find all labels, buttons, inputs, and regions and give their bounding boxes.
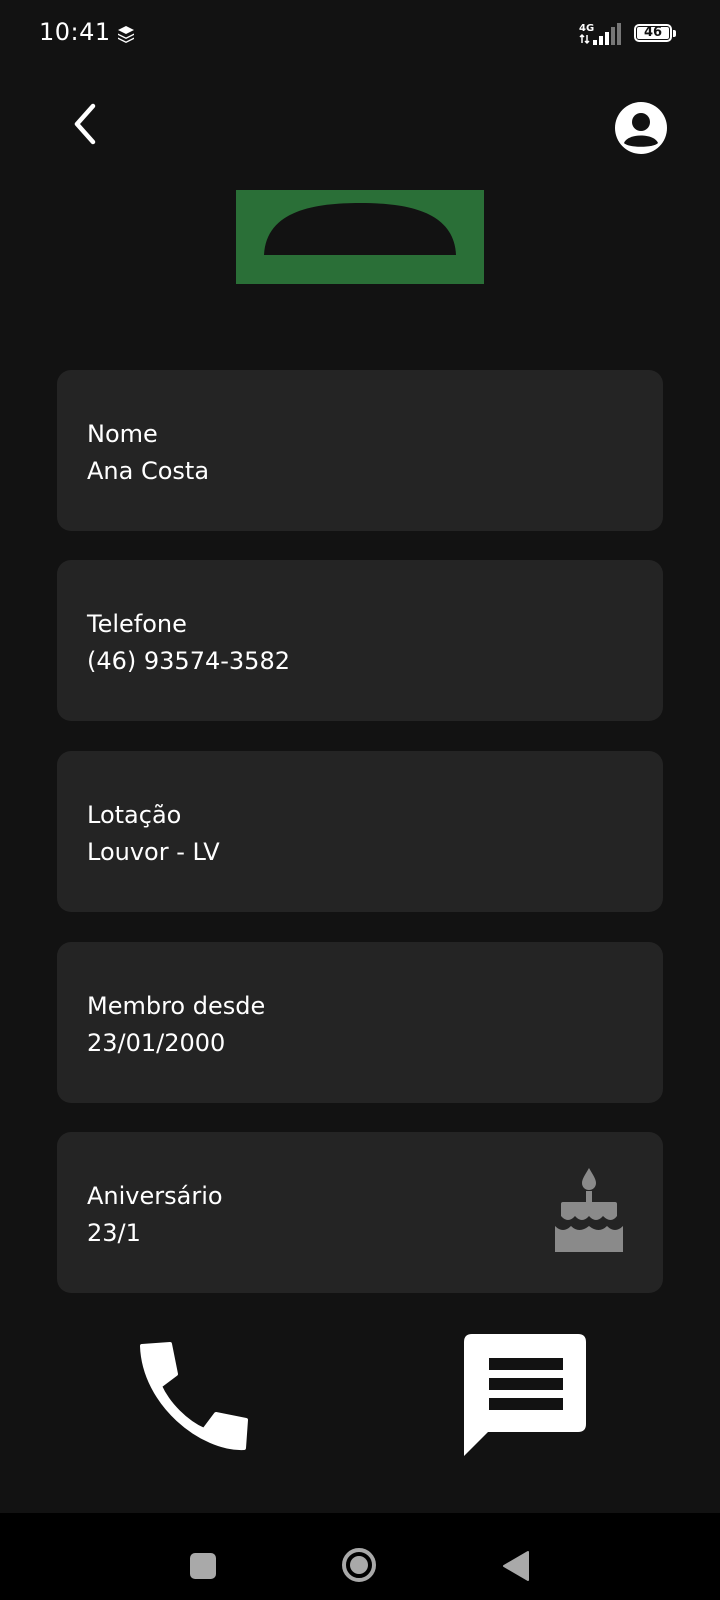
field-value: Ana Costa: [87, 457, 210, 485]
birthday-cake-icon: [555, 1168, 623, 1252]
phone-icon: [140, 1342, 248, 1451]
account-circle-icon: [615, 102, 667, 154]
field-card-phone: Telefone (46) 93574-3582: [57, 560, 663, 721]
field-label: Membro desde: [87, 992, 266, 1020]
field-value: Louvor - LV: [87, 838, 220, 866]
call-button[interactable]: [132, 1338, 252, 1458]
field-value: 23/1: [87, 1219, 141, 1247]
field-value: (46) 93574-3582: [87, 647, 290, 675]
message-icon: [464, 1334, 586, 1456]
battery-level: 46: [643, 25, 663, 40]
field-label: Telefone: [87, 610, 187, 638]
chevron-left-icon: [74, 103, 96, 145]
field-card-lotacao: Lotação Louvor - LV: [57, 751, 663, 912]
field-card-birthday: Aniversário 23/1: [57, 1132, 663, 1293]
network-type-label: 4G: [579, 23, 594, 34]
field-card-name: Nome Ana Costa: [57, 370, 663, 531]
status-bar: 10:41 4G 46: [0, 0, 720, 70]
back-triangle-icon[interactable]: [502, 1550, 530, 1582]
back-button[interactable]: [60, 100, 108, 148]
recents-square-icon[interactable]: [190, 1553, 216, 1579]
status-time: 10:41: [39, 18, 111, 46]
home-circle-icon[interactable]: [341, 1547, 377, 1583]
message-button[interactable]: [462, 1334, 590, 1458]
field-label: Nome: [87, 420, 158, 448]
stack-icon: [118, 26, 134, 43]
dome-shape: [264, 203, 456, 255]
signal-icon: 4G: [579, 23, 621, 45]
field-label: Aniversário: [87, 1182, 223, 1210]
field-label: Lotação: [87, 801, 182, 829]
battery-icon: 46: [634, 24, 676, 44]
field-value: 23/01/2000: [87, 1029, 226, 1057]
system-nav-bar: [0, 1513, 720, 1600]
profile-button[interactable]: [614, 101, 668, 155]
banner-logo: [236, 190, 484, 284]
field-card-member-since: Membro desde 23/01/2000: [57, 942, 663, 1103]
